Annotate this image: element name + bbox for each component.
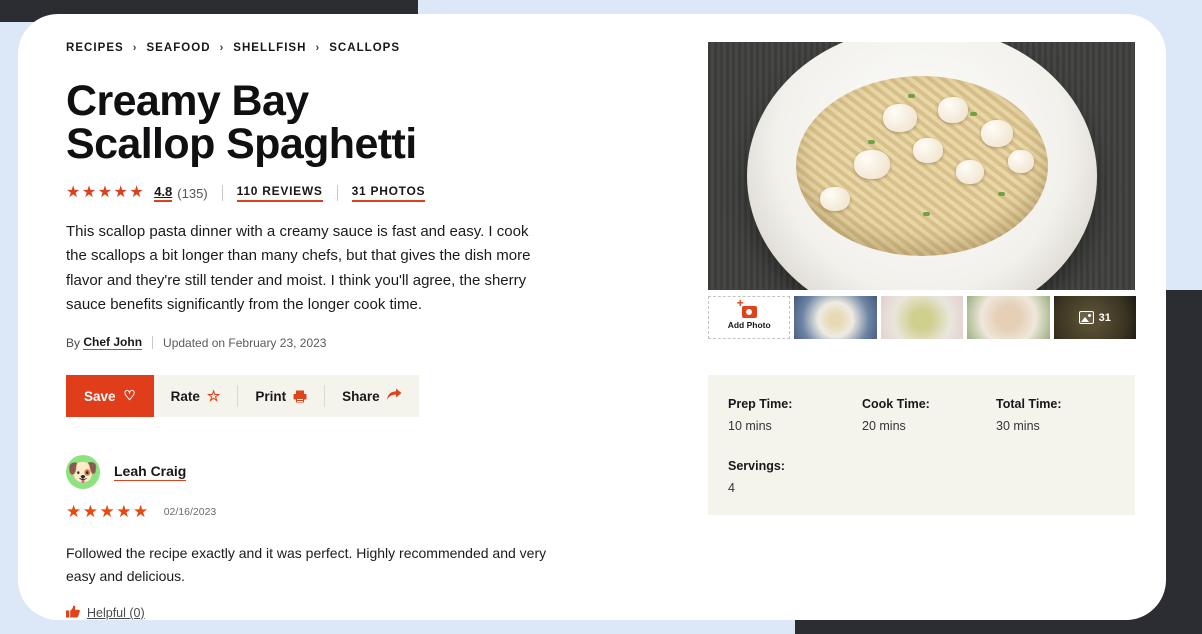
- photos-link[interactable]: 31 PHOTOS: [351, 184, 426, 202]
- action-bar: Save ♡ Rate ☆ Print Share: [66, 375, 419, 418]
- total-time: Total Time: 30 mins: [996, 397, 1130, 433]
- rate-button-label: Rate: [170, 388, 200, 404]
- dog-avatar-icon: 🐶: [67, 458, 99, 487]
- helpful-button[interactable]: Helpful (0): [66, 605, 678, 620]
- helpful-label[interactable]: Helpful (0): [87, 606, 145, 620]
- hero-image[interactable]: [708, 42, 1135, 290]
- prep-time-value: 10 mins: [728, 419, 772, 433]
- chevron-right-icon: ›: [132, 42, 138, 54]
- hero-scallop: [854, 150, 890, 179]
- thumbnail-3[interactable]: [967, 296, 1050, 339]
- review-text: Followed the recipe exactly and it was p…: [66, 545, 547, 584]
- hero-scallop: [913, 138, 943, 163]
- hero-scallop: [1008, 150, 1034, 173]
- review-rating: ★★★★★ 02/16/2023: [66, 503, 678, 520]
- chevron-right-icon: ›: [219, 42, 225, 54]
- recipe-description: This scallop pasta dinner with a creamy …: [66, 223, 531, 313]
- meta-row-servings: Servings: 4: [728, 459, 1115, 495]
- recipe-main-column: RECIPES › SEAFOOD › SHELLFISH › SCALLOPS…: [48, 42, 678, 620]
- thumbs-up-icon: [66, 605, 80, 620]
- servings-value: 4: [728, 481, 735, 495]
- share-button-label: Share: [342, 388, 380, 404]
- printer-icon: [293, 390, 307, 403]
- hero-scallop: [981, 120, 1013, 147]
- hero-scallop: [938, 97, 968, 123]
- reviewer-name[interactable]: Leah Craig: [114, 463, 187, 482]
- save-button-label: Save: [84, 388, 116, 404]
- divider: [336, 185, 338, 201]
- avatar: 🐶: [66, 455, 100, 490]
- thumbnail-2[interactable]: [880, 296, 964, 339]
- servings-label: Servings:: [728, 459, 785, 473]
- rate-button[interactable]: Rate ☆: [154, 375, 238, 417]
- share-button[interactable]: Share: [325, 375, 419, 417]
- print-button[interactable]: Print: [238, 375, 324, 417]
- rating-stars-icon: ★★★★★: [66, 184, 146, 201]
- save-button[interactable]: Save ♡: [66, 375, 154, 418]
- prep-time: Prep Time: 10 mins: [728, 397, 862, 433]
- breadcrumb-item-seafood[interactable]: SEAFOOD: [146, 42, 210, 54]
- rating-count: (135): [177, 185, 208, 201]
- heart-icon: ♡: [123, 388, 136, 404]
- print-button-label: Print: [255, 388, 287, 404]
- thumbnail-4-more[interactable]: 31: [1053, 296, 1136, 339]
- photo-stack-icon: [1078, 311, 1094, 324]
- cook-time-label: Cook Time:: [862, 397, 930, 411]
- hero-herb: [923, 212, 930, 216]
- recipe-meta-box: Prep Time: 10 mins Cook Time: 20 mins To…: [708, 375, 1135, 515]
- breadcrumb-item-recipes[interactable]: RECIPES: [66, 42, 124, 54]
- byline-prefix: By: [66, 335, 81, 350]
- page-title: Creamy Bay Scallop Spaghetti: [66, 77, 417, 168]
- recipe-media-column: Add Photo 31 Prep Time: 10 mins Cook Tim…: [708, 42, 1136, 620]
- recipe-card: RECIPES › SEAFOOD › SHELLFISH › SCALLOPS…: [18, 14, 1166, 620]
- prep-time-label: Prep Time:: [728, 397, 793, 411]
- chevron-right-icon: ›: [315, 42, 321, 54]
- hero-scallop: [956, 160, 984, 184]
- hero-herb: [868, 140, 875, 144]
- servings: Servings: 4: [728, 459, 862, 495]
- review-date: 02/16/2023: [163, 505, 217, 518]
- share-arrow-icon: [386, 388, 402, 404]
- meta-row-times: Prep Time: 10 mins Cook Time: 20 mins To…: [728, 397, 1115, 433]
- reviews-link[interactable]: 110 REVIEWS: [236, 184, 323, 202]
- author-link[interactable]: Chef John: [83, 335, 143, 351]
- thumbnail-1[interactable]: [794, 296, 877, 339]
- divider: [152, 336, 154, 350]
- hero-herb: [908, 94, 915, 98]
- hero-scallop: [820, 187, 850, 211]
- add-photo-button[interactable]: Add Photo: [708, 296, 791, 339]
- cook-time: Cook Time: 20 mins: [862, 397, 996, 433]
- hero-scallop: [883, 104, 917, 132]
- rating-value[interactable]: 4.8: [154, 184, 173, 202]
- divider: [221, 185, 223, 201]
- total-time-label: Total Time:: [996, 397, 1062, 411]
- review-header: 🐶 Leah Craig: [66, 455, 678, 490]
- review-item: 🐶 Leah Craig ★★★★★ 02/16/2023 Followed t…: [66, 455, 678, 620]
- cook-time-value: 20 mins: [862, 419, 906, 433]
- more-photos-count: 31: [1098, 311, 1111, 324]
- byline: By Chef John Updated on February 23, 202…: [66, 335, 678, 351]
- more-photos-overlay: 31: [1053, 296, 1136, 339]
- star-outline-icon: ☆: [206, 388, 221, 406]
- breadcrumb: RECIPES › SEAFOOD › SHELLFISH › SCALLOPS: [66, 42, 678, 54]
- add-photo-label: Add Photo: [727, 319, 771, 330]
- updated-date: Updated on February 23, 2023: [163, 335, 327, 350]
- breadcrumb-item-shellfish[interactable]: SHELLFISH: [233, 42, 306, 54]
- total-time-value: 30 mins: [996, 419, 1040, 433]
- rating-row: ★★★★★ 4.8 (135) 110 REVIEWS 31 PHOTOS: [66, 184, 678, 202]
- review-stars-icon: ★★★★★: [66, 502, 150, 522]
- breadcrumb-item-scallops[interactable]: SCALLOPS: [329, 42, 400, 54]
- camera-plus-icon: [737, 297, 757, 318]
- thumbnail-strip: Add Photo 31: [708, 296, 1136, 339]
- hero-herb: [998, 192, 1005, 196]
- hero-herb: [970, 112, 977, 116]
